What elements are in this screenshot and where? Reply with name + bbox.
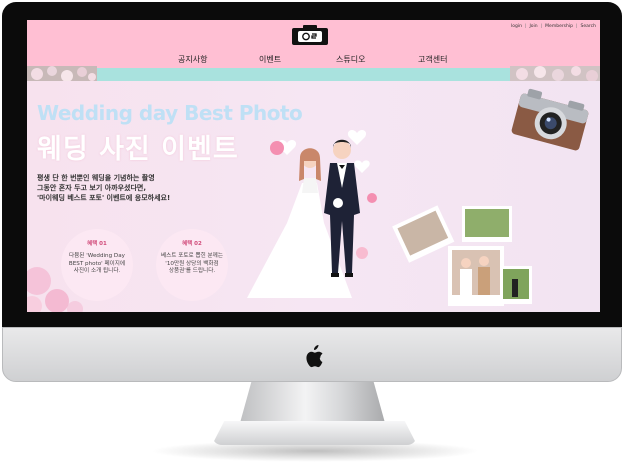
benefit-card-1: 혜택 01 다뮴된 'Wedding Day BEST photo' 페이지에 … [61,229,133,301]
nav-studio[interactable]: 스튜디오 [336,54,365,65]
separator: | [524,24,527,29]
cherry-blossom-decoration [27,66,97,82]
nav-customer-center[interactable]: 고객센터 [418,54,447,65]
benefit-text: 베스트 포토로 뽑힌 분께는 '10만원 상당의 백화점 상품권'를 드립니다. [156,253,228,276]
imac-chin [2,327,622,382]
benefit-line: BEST photo' 페이지에 [68,260,126,267]
utility-links: login | Join | Membership | Search [511,24,596,29]
imac-stand-foot [212,421,417,445]
website-screen: login | Join | Membership | Search 공지사항 … [27,20,600,312]
cherry-blossom-decoration [510,66,600,82]
hero-description: 평생 단 한 번뿐인 웨딩을 기념하는 촬영 그동안 혼자 두고 보기 아까우셨… [37,173,170,203]
login-link[interactable]: login [511,24,522,29]
event-hero-banner: Wedding day Best Photo 웨딩 사진 이벤트 평생 단 한 … [27,81,600,312]
benefit-text: 다뮴된 'Wedding Day BEST photo' 페이지에 사진이 소개… [61,253,133,276]
benefit-tag: 혜택 02 [182,241,202,247]
camera-logo-icon[interactable] [291,24,329,46]
benefit-line: 사진이 소개 됩니다. [73,268,121,274]
benefit-card-2: 혜택 02 베스트 포토로 뽑힌 분께는 '10만원 상당의 백화점 상품권'를… [156,229,228,301]
benefit-line: '10만원 상당의 백화점 [165,260,219,267]
benefit-line: 상품권'를 드립니다. [168,268,216,274]
benefit-tag: 혜택 01 [87,241,107,247]
benefit-line: 베스트 포토로 뽑힌 분께는 [161,253,223,259]
description-line: 평생 단 한 번뿐인 웨딩을 기념하는 촬영 [37,174,155,182]
hero-title-korean: 웨딩 사진 이벤트 [37,134,239,165]
description-line: '마이웨딩 베스트 포토' 이벤트에 응모하세요! [37,194,171,202]
site-header: login | Join | Membership | Search 공지사항 … [27,20,600,68]
separator: | [576,24,578,29]
apple-logo-icon [306,345,323,368]
separator: | [540,24,543,29]
membership-link[interactable]: Membership [545,24,573,29]
search-link[interactable]: Search [581,24,596,29]
description-line: 그동안 혼자 두고 보기 아까우셨다면, [37,184,147,192]
nav-notice[interactable]: 공지사항 [178,54,207,65]
wedding-couple-illustration [247,130,377,298]
imac-stand-neck [240,381,385,423]
benefit-line: 다뮴된 'Wedding Day [69,253,125,259]
wedding-photos-stack [392,205,532,306]
retro-camera-illustration [511,88,589,151]
join-link[interactable]: Join [529,24,537,29]
nav-event[interactable]: 이벤트 [259,54,281,65]
